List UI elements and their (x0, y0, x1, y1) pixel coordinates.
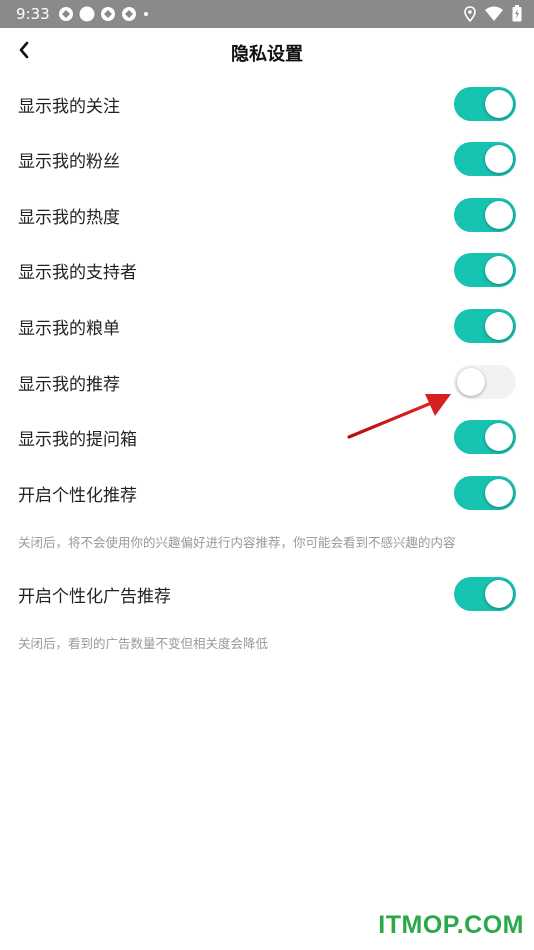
toggle-switch[interactable] (454, 365, 516, 399)
setting-label: 显示我的推荐 (18, 375, 120, 395)
dot-icon (142, 6, 150, 26)
setting-row-food-list: 显示我的粮单 (0, 298, 534, 354)
setting-row-follows: 显示我的关注 (0, 76, 534, 132)
watermark: ITMOP.COM (378, 911, 524, 939)
hint-personalized: 关闭后，将不会使用你的兴趣偏好进行内容推荐，你可能会看到不感兴趣的内容 (18, 535, 456, 550)
toggle-switch[interactable] (454, 476, 516, 510)
toggle-knob (485, 479, 513, 507)
status-time: 9:33 (16, 5, 50, 23)
sync-icon (100, 6, 116, 26)
setting-label: 开启个性化推荐 (18, 486, 137, 506)
toggle-switch[interactable] (454, 420, 516, 454)
toggle-switch[interactable] (454, 142, 516, 176)
status-notification-icons (58, 6, 150, 26)
sync-icon (121, 6, 137, 26)
toggle-switch[interactable] (454, 253, 516, 287)
setting-label: 显示我的关注 (18, 97, 120, 117)
annotation-arrow-icon (347, 394, 451, 439)
wifi-icon (485, 6, 503, 26)
toggle-knob (457, 368, 485, 396)
toggle-knob (485, 580, 513, 608)
battery-icon (512, 5, 522, 26)
toggle-switch[interactable] (454, 198, 516, 232)
setting-label: 显示我的提问箱 (18, 430, 137, 450)
toggle-knob (485, 423, 513, 451)
status-bar: 9:33 (0, 0, 534, 28)
setting-row-fans: 显示我的粉丝 (0, 131, 534, 187)
setting-label: 显示我的热度 (18, 208, 120, 228)
toggle-knob (485, 201, 513, 229)
setting-label: 开启个性化广告推荐 (18, 587, 171, 607)
toggle-knob (485, 312, 513, 340)
toggle-switch[interactable] (454, 577, 516, 611)
toggle-switch[interactable] (454, 87, 516, 121)
setting-row-personalized-ads: 开启个性化广告推荐 (0, 566, 534, 622)
setting-row-supporters: 显示我的支持者 (0, 242, 534, 298)
circle-icon (79, 6, 95, 26)
setting-row-personalized-recommend: 开启个性化推荐 (0, 465, 534, 521)
setting-label: 显示我的粉丝 (18, 152, 120, 172)
setting-row-popularity: 显示我的热度 (0, 187, 534, 243)
toggle-knob (485, 145, 513, 173)
status-system-icons (464, 5, 522, 26)
hint-ads: 关闭后，看到的广告数量不变但相关度会降低 (18, 636, 269, 651)
toggle-switch[interactable] (454, 309, 516, 343)
toggle-knob (485, 90, 513, 118)
sync-icon (58, 6, 74, 26)
page-title: 隐私设置 (231, 44, 303, 65)
setting-label: 显示我的支持者 (18, 263, 137, 283)
header: 隐私设置 (0, 28, 534, 76)
toggle-knob (485, 256, 513, 284)
setting-label: 显示我的粮单 (18, 319, 120, 339)
location-icon (464, 5, 476, 26)
